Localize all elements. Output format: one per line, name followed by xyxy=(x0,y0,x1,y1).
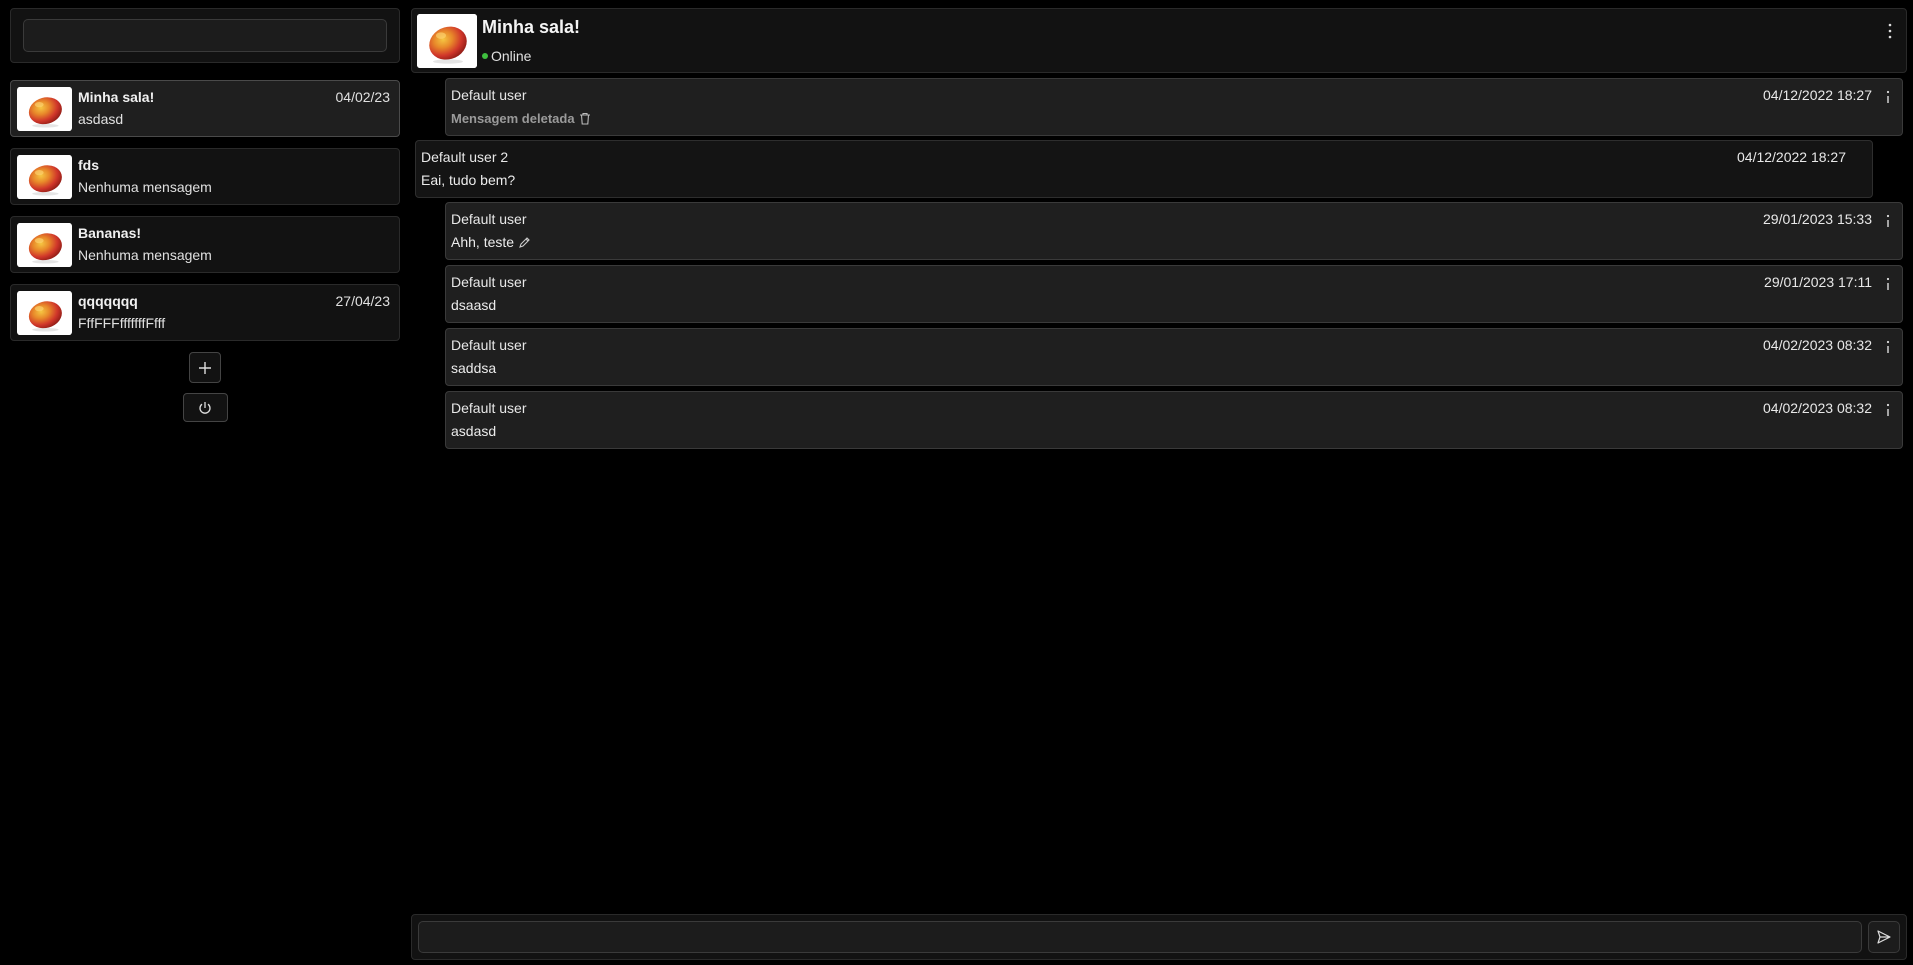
message-author: Default user xyxy=(451,274,527,290)
chat-title: Minha sala! xyxy=(482,17,581,37)
message-menu-icon[interactable] xyxy=(1882,338,1894,356)
status-label: Online xyxy=(491,48,532,64)
plus-icon xyxy=(199,361,211,374)
chat-header: Minha sala! Online xyxy=(411,8,1907,73)
message-author: Default user 2 xyxy=(421,149,509,165)
message-author: Default user xyxy=(451,337,527,353)
room-name: qqqqqqq xyxy=(78,293,138,309)
search-container xyxy=(10,8,400,63)
message-text: saddsa xyxy=(451,360,497,376)
message-item: Default user saddsa 04/02/2023 08:32 xyxy=(445,328,1903,386)
message-time: 29/01/2023 17:11 xyxy=(1764,274,1872,290)
message-time: 04/12/2022 18:27 xyxy=(1737,149,1846,165)
room-avatar xyxy=(17,87,72,131)
message-item: Default user 2 Eai, tudo bem? 04/12/2022… xyxy=(415,140,1873,198)
message-time: 04/02/2023 08:32 xyxy=(1763,337,1872,353)
room-last-message: asdasd xyxy=(78,111,124,127)
room-name: Minha sala! xyxy=(78,89,155,105)
message-item: Default user Ahh, teste 29/01/2023 15:33 xyxy=(445,202,1903,260)
sidebar: Minha sala! asdasd 04/02/23 fds Nenhuma … xyxy=(10,8,400,422)
message-author: Default user xyxy=(451,400,527,416)
chat-panel: Minha sala! Online Default user Mensagem… xyxy=(411,8,1907,960)
message-author: Default user xyxy=(451,87,527,103)
message-item: Default user Mensagem deletada 04/12/202… xyxy=(445,78,1903,136)
message-item: Default user dsaasd 29/01/2023 17:11 xyxy=(445,265,1903,323)
room-avatar xyxy=(17,155,72,199)
message-time: 04/02/2023 08:32 xyxy=(1763,400,1872,416)
message-text: dsaasd xyxy=(451,297,497,313)
message-item: Default user asdasd 04/02/2023 08:32 xyxy=(445,391,1903,449)
room-avatar xyxy=(17,223,72,267)
vertical-dots-icon[interactable] xyxy=(1882,21,1898,41)
message-composer xyxy=(411,914,1907,960)
send-icon xyxy=(1877,930,1891,944)
message-menu-icon[interactable] xyxy=(1882,88,1894,106)
status-dot-icon xyxy=(482,53,488,60)
room-item-minha-sala[interactable]: Minha sala! asdasd 04/02/23 xyxy=(10,80,400,137)
message-text: asdasd xyxy=(451,423,497,439)
room-date: 04/02/23 xyxy=(335,89,391,105)
message-menu-icon[interactable] xyxy=(1882,275,1894,293)
online-status: Online xyxy=(482,48,531,64)
room-last-message: Nenhuma mensagem xyxy=(78,179,212,195)
room-item-fds[interactable]: fds Nenhuma mensagem xyxy=(10,148,400,205)
message-menu-icon[interactable] xyxy=(1882,212,1894,230)
message-text: Eai, tudo bem? xyxy=(421,172,516,188)
add-room-button[interactable] xyxy=(189,352,221,383)
message-input[interactable] xyxy=(418,921,1862,953)
power-icon xyxy=(199,401,211,414)
search-input[interactable] xyxy=(23,19,387,52)
room-item-bananas[interactable]: Bananas! Nenhuma mensagem xyxy=(10,216,400,273)
message-text-edited: Ahh, teste xyxy=(451,234,531,250)
room-last-message: Nenhuma mensagem xyxy=(78,247,212,263)
message-menu-icon[interactable] xyxy=(1882,401,1894,419)
message-time: 04/12/2022 18:27 xyxy=(1763,87,1872,103)
message-time: 29/01/2023 15:33 xyxy=(1763,211,1872,227)
message-text: Mensagem deletada xyxy=(451,111,575,126)
room-item-qqqqqqq[interactable]: qqqqqqq FffFFFfffffffFfff 27/04/23 xyxy=(10,284,400,341)
message-text: Ahh, teste xyxy=(451,234,515,250)
room-last-message: FffFFFfffffffFfff xyxy=(78,315,166,331)
room-name: Bananas! xyxy=(78,225,142,241)
send-button[interactable] xyxy=(1868,921,1900,953)
pencil-icon xyxy=(519,237,530,248)
logout-button[interactable] xyxy=(182,393,228,422)
room-avatar xyxy=(417,14,477,68)
trash-icon xyxy=(579,113,590,125)
message-text-deleted: Mensagem deletada xyxy=(451,111,591,126)
room-list: Minha sala! asdasd 04/02/23 fds Nenhuma … xyxy=(10,80,400,341)
message-author: Default user xyxy=(451,211,527,227)
room-avatar xyxy=(17,291,72,335)
room-date: 27/04/23 xyxy=(335,293,391,309)
room-name: fds xyxy=(78,157,99,173)
